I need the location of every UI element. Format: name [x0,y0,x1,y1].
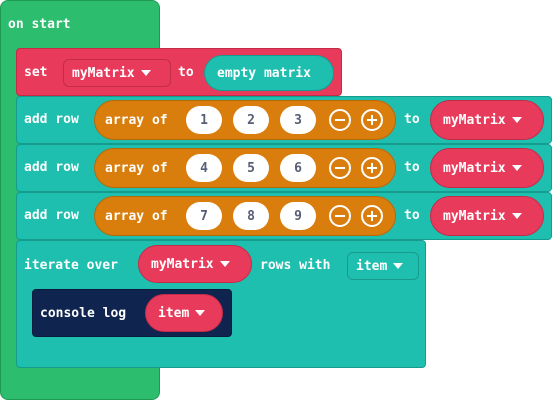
add-row-target-name: myMatrix [443,160,506,176]
console-log-argument-dropdown[interactable]: item [145,294,223,332]
plus-icon [367,163,377,173]
array-value-field[interactable]: 6 [280,154,316,182]
minus-icon [335,215,345,217]
array-value-field[interactable]: 8 [233,202,269,230]
array-value-field[interactable]: 5 [233,154,269,182]
set-variable-dropdown[interactable]: myMatrix [63,59,171,87]
chevron-down-icon [140,70,151,76]
array-of-label: array of [105,160,168,176]
add-row-target-dropdown[interactable]: myMatrix [430,100,544,140]
set-keyword: set [24,65,48,80]
add-row-to-word: to [404,208,420,223]
add-row-keyword: add row [24,160,79,175]
iterate-item-name: item [356,258,388,274]
set-variable-name: myMatrix [72,65,135,81]
iterate-keyword: iterate over [24,258,118,273]
set-to-word: to [178,65,194,80]
plus-icon [367,211,377,221]
chevron-down-icon [511,213,522,219]
minus-icon [335,167,345,169]
chevron-down-icon [393,263,404,269]
chevron-down-icon [511,165,522,171]
iterate-variable-name: myMatrix [151,256,214,272]
remove-item-button[interactable] [329,157,351,179]
add-item-button[interactable] [361,205,383,227]
add-row-target-dropdown[interactable]: myMatrix [430,148,544,188]
minus-icon [335,119,345,121]
remove-item-button[interactable] [329,205,351,227]
add-row-target-name: myMatrix [443,112,506,128]
array-value-field[interactable]: 7 [186,202,222,230]
add-item-button[interactable] [361,157,383,179]
plus-icon [367,115,377,125]
iterate-item-dropdown[interactable]: item [347,252,419,280]
array-of-label: array of [105,208,168,224]
array-value-field[interactable]: 4 [186,154,222,182]
add-row-target-dropdown[interactable]: myMatrix [430,196,544,236]
array-value-field[interactable]: 2 [233,106,269,134]
add-row-target-name: myMatrix [443,208,506,224]
array-value-field[interactable]: 1 [186,106,222,134]
add-row-to-word: to [404,160,420,175]
iterate-rows-word: rows with [260,258,331,273]
add-item-button[interactable] [361,109,383,131]
add-row-keyword: add row [24,208,79,223]
chevron-down-icon [219,261,230,267]
array-of-label: array of [105,112,168,128]
chevron-down-icon [511,117,522,123]
array-value-field[interactable]: 9 [280,202,316,230]
add-row-to-word: to [404,112,420,127]
chevron-down-icon [195,310,206,316]
remove-item-button[interactable] [329,109,351,131]
console-log-argument-name: item [158,305,190,321]
on-start-label: on start [8,17,71,32]
empty-matrix-reporter[interactable]: empty matrix [204,55,334,91]
array-value-field[interactable]: 3 [280,106,316,134]
empty-matrix-label: empty matrix [217,65,311,81]
iterate-variable-dropdown[interactable]: myMatrix [138,245,252,283]
add-row-keyword: add row [24,112,79,127]
console-log-keyword: console log [40,306,127,321]
